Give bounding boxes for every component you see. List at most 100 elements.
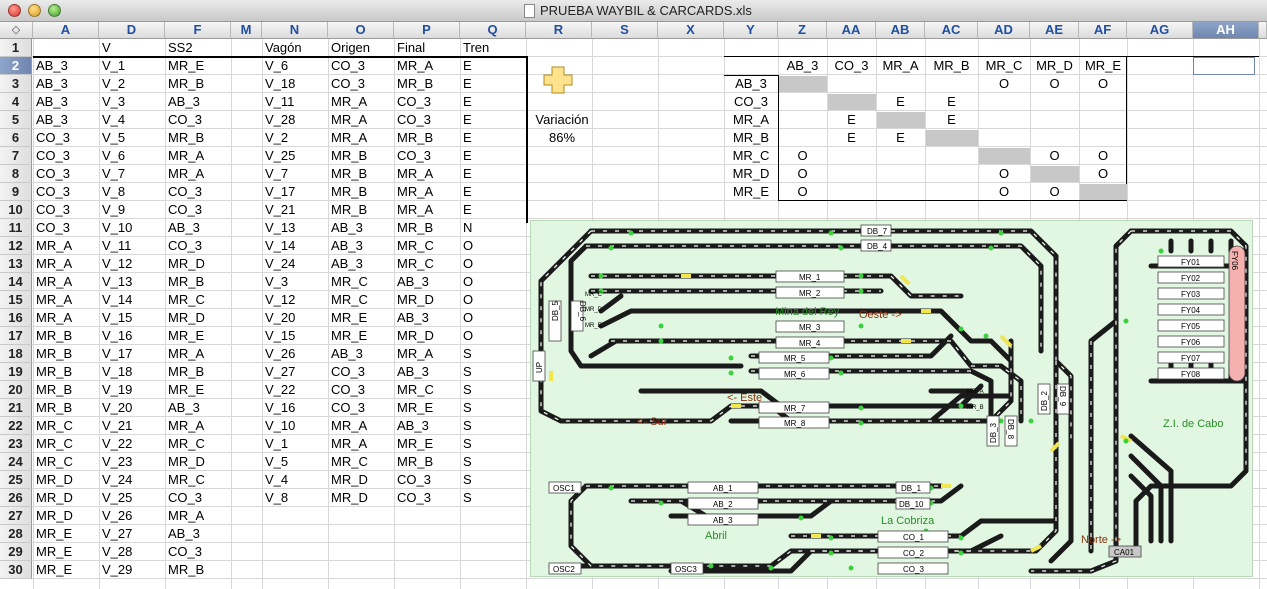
cell-f30[interactable]: MR_B (165, 561, 231, 579)
row-header-2[interactable]: 2 (0, 57, 32, 75)
row-header-7[interactable]: 7 (0, 147, 32, 165)
cell-p3[interactable]: MR_B (394, 75, 460, 93)
cell-a16[interactable]: MR_A (33, 309, 99, 327)
matrix-cell[interactable] (778, 129, 827, 147)
select-all-corner[interactable]: ◇ (0, 22, 33, 39)
cell-q25[interactable]: S (460, 471, 526, 489)
cell-p15[interactable]: MR_D (394, 291, 460, 309)
cell-q11[interactable]: N (460, 219, 526, 237)
cell-n3[interactable]: V_18 (262, 75, 328, 93)
cell-o15[interactable]: MR_C (328, 291, 394, 309)
matrix-cell[interactable]: O (978, 165, 1030, 183)
cell-f16[interactable]: MR_D (165, 309, 231, 327)
matrix-cell[interactable]: O (1030, 147, 1079, 165)
cell-q7[interactable]: E (460, 147, 526, 165)
matrix-cell[interactable]: O (978, 183, 1030, 201)
cell-q3[interactable]: E (460, 75, 526, 93)
cell-f17[interactable]: MR_E (165, 327, 231, 345)
cell-a23[interactable]: MR_C (33, 435, 99, 453)
matrix-cell[interactable] (778, 75, 827, 93)
cell-a6[interactable]: CO_3 (33, 129, 99, 147)
matrix-cell[interactable]: O (1079, 147, 1127, 165)
matrix-cell[interactable] (876, 111, 925, 129)
cell-p13[interactable]: MR_C (394, 255, 460, 273)
cell-f27[interactable]: MR_A (165, 507, 231, 525)
matrix-cell[interactable] (1030, 93, 1079, 111)
cell-o16[interactable]: MR_E (328, 309, 394, 327)
matrix-cell[interactable]: O (1030, 183, 1079, 201)
cell-q2[interactable]: E (460, 57, 526, 75)
column-header-r[interactable]: R (526, 22, 592, 39)
header-cell-p[interactable]: Final (394, 39, 460, 57)
cell-n18[interactable]: V_26 (262, 345, 328, 363)
cell-d2[interactable]: V_1 (99, 57, 165, 75)
cell-f2[interactable]: MR_E (165, 57, 231, 75)
cell-d4[interactable]: V_3 (99, 93, 165, 111)
cell-a9[interactable]: CO_3 (33, 183, 99, 201)
column-header-n[interactable]: N (262, 22, 328, 39)
cell-d13[interactable]: V_12 (99, 255, 165, 273)
cell-o3[interactable]: CO_3 (328, 75, 394, 93)
cell-d26[interactable]: V_25 (99, 489, 165, 507)
cell-d10[interactable]: V_9 (99, 201, 165, 219)
matrix-cell[interactable]: O (778, 165, 827, 183)
cell-q20[interactable]: S (460, 381, 526, 399)
cell-f19[interactable]: MR_B (165, 363, 231, 381)
matrix-cell[interactable] (925, 183, 978, 201)
cell-d19[interactable]: V_18 (99, 363, 165, 381)
cell-o14[interactable]: MR_C (328, 273, 394, 291)
row-header-22[interactable]: 22 (0, 417, 32, 435)
cell-o17[interactable]: MR_E (328, 327, 394, 345)
matrix-cell[interactable] (876, 165, 925, 183)
cell-n15[interactable]: V_12 (262, 291, 328, 309)
matrix-cell[interactable] (1079, 111, 1127, 129)
matrix-cell[interactable]: O (978, 75, 1030, 93)
cell-o21[interactable]: CO_3 (328, 399, 394, 417)
cell-f29[interactable]: CO_3 (165, 543, 231, 561)
cell-q18[interactable]: S (460, 345, 526, 363)
cell-o4[interactable]: MR_A (328, 93, 394, 111)
cell-p19[interactable]: AB_3 (394, 363, 460, 381)
cell-p16[interactable]: AB_3 (394, 309, 460, 327)
matrix-cell[interactable]: O (1079, 75, 1127, 93)
cell-n11[interactable]: V_13 (262, 219, 328, 237)
cell-n13[interactable]: V_24 (262, 255, 328, 273)
matrix-cell[interactable] (778, 93, 827, 111)
column-header-af[interactable]: AF (1079, 22, 1127, 39)
cell-q14[interactable]: O (460, 273, 526, 291)
row-header-28[interactable]: 28 (0, 525, 32, 543)
cell-q5[interactable]: E (460, 111, 526, 129)
cell-q13[interactable]: O (460, 255, 526, 273)
cell-p9[interactable]: MR_A (394, 183, 460, 201)
cell-n25[interactable]: V_4 (262, 471, 328, 489)
column-header-d[interactable]: D (99, 22, 165, 39)
cell-d16[interactable]: V_15 (99, 309, 165, 327)
cell-n12[interactable]: V_14 (262, 237, 328, 255)
cell-o9[interactable]: MR_B (328, 183, 394, 201)
cell-n9[interactable]: V_17 (262, 183, 328, 201)
cell-f5[interactable]: CO_3 (165, 111, 231, 129)
matrix-cell[interactable] (1030, 165, 1079, 183)
close-window-button[interactable] (8, 4, 21, 17)
cell-p22[interactable]: AB_3 (394, 417, 460, 435)
row-header-1[interactable]: 1 (0, 39, 32, 57)
cell-d28[interactable]: V_27 (99, 525, 165, 543)
header-cell-n[interactable]: Vagón (262, 39, 328, 57)
cell-d15[interactable]: V_14 (99, 291, 165, 309)
cell-a8[interactable]: CO_3 (33, 165, 99, 183)
column-header-a[interactable]: A (33, 22, 99, 39)
cell-n4[interactable]: V_11 (262, 93, 328, 111)
cell-p12[interactable]: MR_C (394, 237, 460, 255)
matrix-cell[interactable]: E (827, 129, 876, 147)
cell-d24[interactable]: V_23 (99, 453, 165, 471)
cell-o24[interactable]: MR_C (328, 453, 394, 471)
row-header-20[interactable]: 20 (0, 381, 32, 399)
cell-p23[interactable]: MR_E (394, 435, 460, 453)
cell-a19[interactable]: MR_B (33, 363, 99, 381)
column-header-f[interactable]: F (165, 22, 231, 39)
minimize-window-button[interactable] (28, 4, 41, 17)
cell-a15[interactable]: MR_A (33, 291, 99, 309)
cell-d5[interactable]: V_4 (99, 111, 165, 129)
row-header-3[interactable]: 3 (0, 75, 32, 93)
column-header-s[interactable]: S (592, 22, 658, 39)
